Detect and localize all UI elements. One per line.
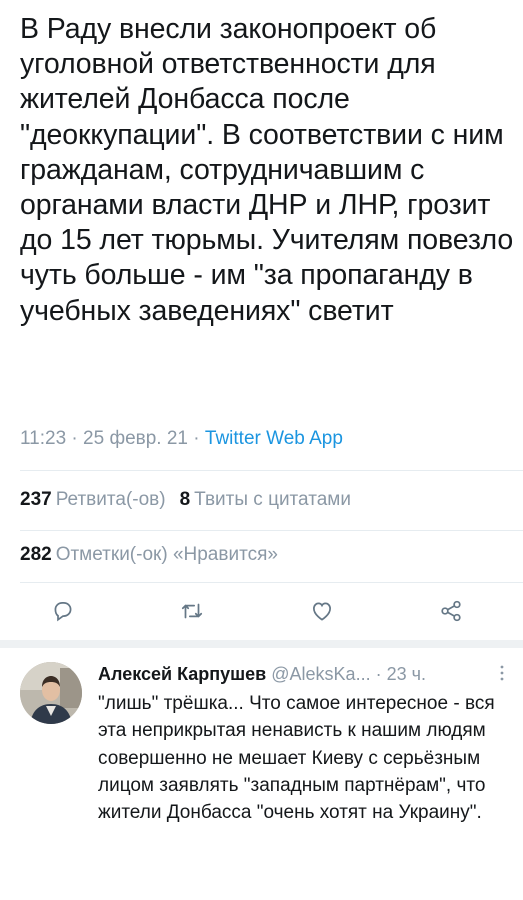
likes-stat[interactable]: 282 Отметки(-ок) «Нравится» (20, 544, 278, 565)
tweet-date: 25 февр. 21 (83, 428, 188, 449)
meta-separator: · (66, 428, 84, 449)
share-icon (441, 600, 461, 622)
reply-text: "лишь" трёшка... Что самое интересное - … (98, 693, 495, 824)
quotes-label: Твиты с цитатами (194, 489, 351, 510)
quotes-count: 8 (179, 489, 191, 510)
reply-author-name[interactable]: Алексей Карпушев (98, 664, 266, 684)
likes-label: Отметки(-ок) «Нравится» (55, 544, 278, 565)
reply-icon (54, 602, 72, 622)
tweet-source-link[interactable]: Twitter Web App (205, 428, 343, 449)
like-icon (313, 602, 331, 621)
retweets-stat[interactable]: 237 Ретвита(-ов) (20, 489, 166, 510)
tweet-time: 11:23 (20, 428, 67, 449)
likes-count: 282 (20, 544, 52, 565)
tweet-text: В Раду внесли законопроект об уголовной … (20, 13, 514, 327)
reply-header: Алексей Карпушев @AleksKa... · 23 ч. (98, 664, 426, 685)
reply-button[interactable] (48, 596, 78, 626)
like-button[interactable] (307, 596, 337, 626)
section-separator (0, 640, 523, 648)
reply-time: · 23 ч. (375, 664, 426, 684)
divider (20, 530, 523, 531)
tweet-actions (0, 590, 523, 630)
reply-author-handle[interactable]: @AleksKa... (271, 664, 370, 684)
avatar[interactable] (20, 662, 82, 724)
share-button[interactable] (436, 596, 466, 626)
retweet-icon (181, 603, 203, 619)
avatar-image (20, 662, 82, 724)
retweets-count: 237 (20, 489, 52, 510)
reply-more-icon[interactable] (499, 662, 505, 684)
tweet-meta: 11:23 · 25 февр. 21 · Twitter Web App (20, 428, 343, 450)
retweets-label: Ретвита(-ов) (55, 489, 166, 510)
divider (20, 582, 523, 583)
stats-likes-row: 282 Отметки(-ок) «Нравится» (20, 544, 278, 566)
retweet-button[interactable] (177, 596, 207, 626)
divider (20, 470, 523, 471)
meta-separator: · (188, 428, 205, 449)
quotes-stat[interactable]: 8 Твиты с цитатами (180, 489, 351, 510)
stats-retweets-row: 237 Ретвита(-ов) 8 Твиты с цитатами (20, 489, 351, 511)
